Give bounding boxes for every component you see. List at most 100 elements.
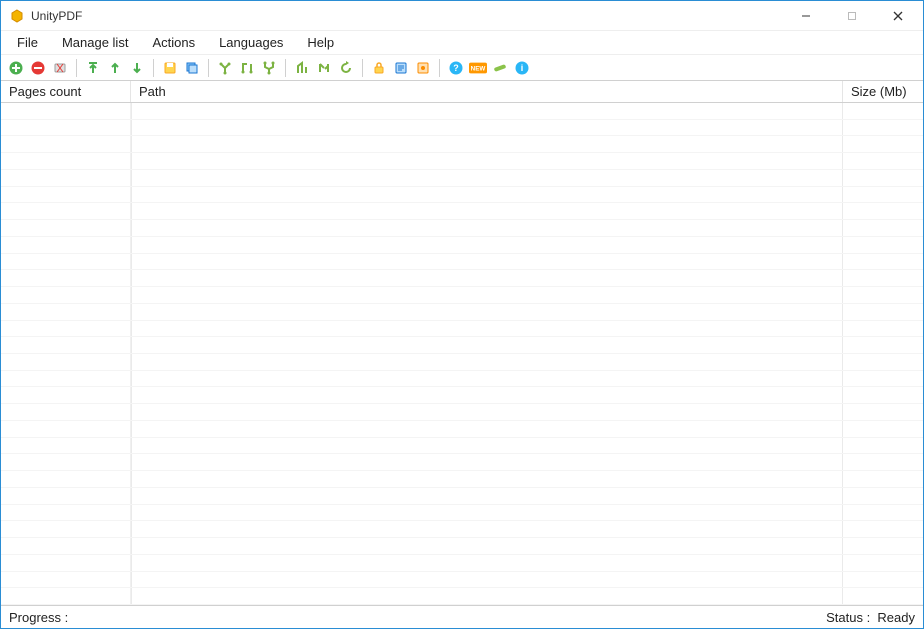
table-row[interactable] — [1, 304, 923, 321]
table-row[interactable] — [1, 454, 923, 471]
table-cell — [131, 287, 843, 303]
menu-manage-list[interactable]: Manage list — [50, 32, 140, 53]
remove-icon[interactable] — [29, 59, 47, 77]
table-row[interactable] — [1, 103, 923, 120]
table-row[interactable] — [1, 237, 923, 254]
table-cell — [843, 572, 923, 588]
toolbar-separator — [76, 59, 77, 77]
toolbar: ? NEW i — [1, 55, 923, 81]
add-icon[interactable] — [7, 59, 25, 77]
extract-range-icon[interactable] — [315, 59, 333, 77]
progress-label: Progress : — [9, 610, 68, 625]
table-row[interactable] — [1, 337, 923, 354]
extract-icon[interactable] — [293, 59, 311, 77]
minimize-button[interactable] — [783, 2, 829, 30]
table-row[interactable] — [1, 588, 923, 605]
clear-icon[interactable] — [51, 59, 69, 77]
table-cell — [1, 505, 131, 521]
table-cell — [843, 555, 923, 571]
table-cell — [131, 521, 843, 537]
table-cell — [843, 170, 923, 186]
merge-icon[interactable] — [260, 59, 278, 77]
menu-languages[interactable]: Languages — [207, 32, 295, 53]
table-row[interactable] — [1, 538, 923, 555]
table-row[interactable] — [1, 136, 923, 153]
rotate-icon[interactable] — [337, 59, 355, 77]
table-cell — [131, 354, 843, 370]
table-cell — [131, 572, 843, 588]
table-row[interactable] — [1, 471, 923, 488]
table-row[interactable] — [1, 354, 923, 371]
table-row[interactable] — [1, 572, 923, 589]
table-cell — [1, 471, 131, 487]
link-icon[interactable] — [491, 59, 509, 77]
table-cell — [843, 387, 923, 403]
table-row[interactable] — [1, 203, 923, 220]
toolbar-separator — [153, 59, 154, 77]
split-size-icon[interactable] — [238, 59, 256, 77]
table-row[interactable] — [1, 287, 923, 304]
table-row[interactable] — [1, 521, 923, 538]
table-cell — [1, 120, 131, 136]
table-cell — [843, 454, 923, 470]
table-row[interactable] — [1, 153, 923, 170]
table-cell — [1, 287, 131, 303]
table-row[interactable] — [1, 488, 923, 505]
table-row[interactable] — [1, 170, 923, 187]
menu-file[interactable]: File — [5, 32, 50, 53]
table-cell — [131, 304, 843, 320]
table-row[interactable] — [1, 321, 923, 338]
table-row[interactable] — [1, 387, 923, 404]
move-top-icon[interactable] — [84, 59, 102, 77]
move-down-icon[interactable] — [128, 59, 146, 77]
menu-help[interactable]: Help — [295, 32, 346, 53]
copy-icon[interactable] — [183, 59, 201, 77]
new-badge-icon[interactable]: NEW — [469, 59, 487, 77]
info-icon[interactable]: i — [513, 59, 531, 77]
table-cell — [131, 170, 843, 186]
save-list-icon[interactable] — [161, 59, 179, 77]
table-cell — [131, 555, 843, 571]
table-cell — [843, 488, 923, 504]
table-row[interactable] — [1, 270, 923, 287]
table-cell — [131, 505, 843, 521]
table-cell — [843, 237, 923, 253]
table-row[interactable] — [1, 555, 923, 572]
table-cell — [131, 237, 843, 253]
table-row[interactable] — [1, 220, 923, 237]
metadata-icon[interactable] — [392, 59, 410, 77]
split-icon[interactable] — [216, 59, 234, 77]
table-row[interactable] — [1, 505, 923, 522]
table-cell — [1, 521, 131, 537]
table-cell — [843, 153, 923, 169]
table-cell — [131, 588, 843, 604]
maximize-button[interactable] — [829, 2, 875, 30]
status-label-text: Status : — [826, 610, 870, 625]
menu-actions[interactable]: Actions — [140, 32, 207, 53]
toolbar-separator — [439, 59, 440, 77]
table-row[interactable] — [1, 438, 923, 455]
table-cell — [843, 287, 923, 303]
table-row[interactable] — [1, 120, 923, 137]
table-row[interactable] — [1, 404, 923, 421]
table-body[interactable] — [1, 103, 923, 605]
preview-icon[interactable] — [414, 59, 432, 77]
table-cell — [843, 254, 923, 270]
table-row[interactable] — [1, 254, 923, 271]
table-row[interactable] — [1, 187, 923, 204]
table-row[interactable] — [1, 421, 923, 438]
table-row[interactable] — [1, 371, 923, 388]
column-header-pages[interactable]: Pages count — [1, 81, 131, 102]
svg-text:?: ? — [453, 63, 459, 73]
table-cell — [131, 270, 843, 286]
lock-icon[interactable] — [370, 59, 388, 77]
column-header-size[interactable]: Size (Mb) — [843, 81, 923, 102]
column-header-path[interactable]: Path — [131, 81, 843, 102]
close-button[interactable] — [875, 2, 921, 30]
svg-text:NEW: NEW — [471, 65, 486, 72]
table-cell — [843, 404, 923, 420]
move-up-icon[interactable] — [106, 59, 124, 77]
table-cell — [1, 555, 131, 571]
table-cell — [1, 254, 131, 270]
help-icon[interactable]: ? — [447, 59, 465, 77]
